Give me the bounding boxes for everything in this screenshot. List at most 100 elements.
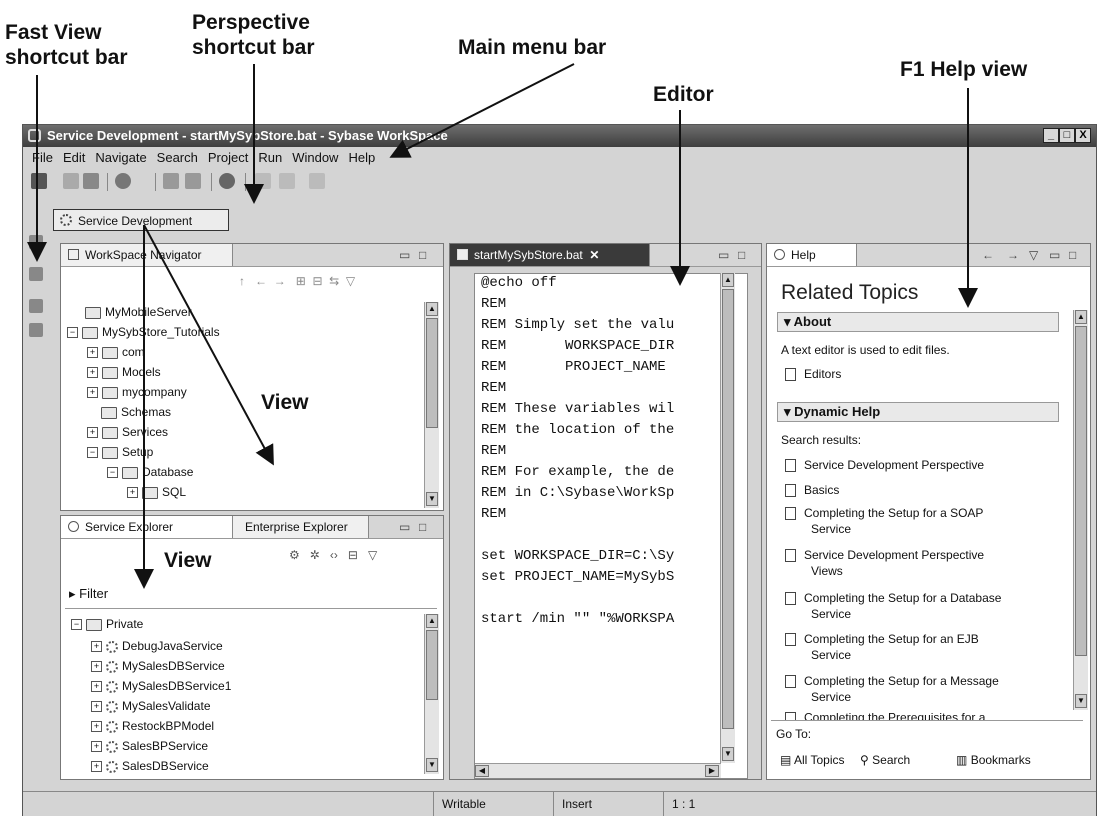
forward-icon[interactable]: → [274, 274, 286, 288]
help-result-link[interactable]: Service Development Perspective Views [785, 547, 984, 579]
tree-item[interactable]: + MySalesValidate [91, 696, 211, 716]
collapse-all-icon[interactable]: ⊟ [312, 274, 322, 288]
scroll-up-arrow[interactable]: ▲ [426, 302, 438, 316]
scroll-up-arrow[interactable]: ▲ [1075, 310, 1087, 324]
menu-edit[interactable]: Edit [63, 150, 85, 165]
help-result-link[interactable]: Completing the Setup for a Database Servi… [785, 590, 1001, 622]
explorer-scrollbar[interactable]: ▲ ▼ [424, 614, 439, 774]
code-icon[interactable]: ‹› [330, 548, 338, 562]
forward-arrow-icon[interactable] [309, 173, 325, 189]
back-history-icon[interactable] [279, 173, 295, 189]
tree-item[interactable]: + Services [87, 422, 168, 442]
close-tab-icon[interactable]: ✕ [589, 248, 599, 262]
editors-link[interactable]: Editors [785, 366, 841, 382]
about-section-header[interactable]: ▾ About [777, 312, 1059, 332]
scroll-thumb[interactable] [722, 289, 734, 729]
help-result-link[interactable]: Completing the Setup for a SOAP Service [785, 505, 983, 537]
tree-item[interactable]: MyMobileServer [85, 302, 192, 322]
help-result-link[interactable]: Completing the Prerequisites for a [785, 712, 985, 720]
scroll-right-arrow[interactable]: ▶ [705, 765, 719, 777]
tab-editor-file[interactable]: startMySybStore.bat ✕ [450, 244, 650, 266]
tree-item[interactable]: + mycompany [87, 382, 187, 402]
back-icon[interactable]: ← [255, 274, 267, 288]
help-result-link[interactable]: Basics [785, 482, 839, 498]
fast-view-icon[interactable] [29, 267, 43, 281]
scroll-down-arrow[interactable]: ▼ [426, 758, 438, 772]
help-result-link[interactable]: Completing the Setup for an EJB Service [785, 631, 979, 663]
tree-item[interactable]: + SQL [127, 482, 186, 502]
maximize-view-icon[interactable]: □ [419, 519, 426, 535]
minimize-button[interactable]: _ [1043, 128, 1059, 143]
search-icon[interactable] [115, 173, 131, 189]
filter-section[interactable]: ▸ Filter [69, 584, 108, 604]
scroll-down-arrow[interactable]: ▼ [1075, 694, 1087, 708]
new-icon[interactable] [31, 173, 47, 189]
globe-icon[interactable] [219, 173, 235, 189]
fast-view-icon[interactable] [29, 323, 43, 337]
scroll-thumb[interactable] [426, 318, 438, 428]
tree-item[interactable]: + MySalesDBService [91, 656, 225, 676]
tree-item[interactable]: − MySybStore_Tutorials [67, 322, 220, 342]
perspective-button[interactable]: Service Development [53, 209, 229, 231]
tree-item[interactable]: + DebugJavaService [91, 636, 223, 656]
scroll-down-arrow[interactable]: ▼ [426, 492, 438, 506]
tree-item[interactable]: − Setup [87, 442, 153, 462]
maximize-button[interactable]: □ [1059, 128, 1075, 143]
scroll-thumb[interactable] [426, 630, 438, 700]
up-icon[interactable]: ↑ [239, 274, 245, 288]
menu-project[interactable]: Project [208, 150, 248, 165]
link-icon[interactable]: ⇆ [329, 274, 339, 288]
help-result-link[interactable]: Service Development Perspective [785, 457, 984, 473]
forward-icon[interactable]: → [1007, 247, 1019, 263]
menu-file[interactable]: File [32, 150, 53, 165]
close-button[interactable]: X [1075, 128, 1091, 143]
menu-help[interactable]: Help [348, 150, 375, 165]
menu-navigate[interactable]: Navigate [95, 150, 146, 165]
view-menu-icon[interactable]: ▽ [1029, 247, 1038, 263]
help-result-link[interactable]: Completing the Setup for a Message Servic… [785, 673, 999, 705]
open-resource-icon[interactable] [185, 173, 201, 189]
minimize-view-icon[interactable]: ▭ [718, 247, 729, 263]
back-arrow-icon[interactable] [255, 173, 271, 189]
tab-service-explorer[interactable]: Service Explorer [61, 516, 233, 538]
view-menu-icon[interactable]: ▽ [368, 548, 377, 562]
fast-view-icon[interactable] [29, 235, 43, 249]
tree-item[interactable]: − Database [107, 462, 193, 482]
dynamic-help-header[interactable]: ▾ Dynamic Help [777, 402, 1059, 422]
tree-item[interactable]: + SalesBPService [91, 736, 208, 756]
tree-item[interactable]: + SalesDBService [91, 756, 209, 776]
maximize-view-icon[interactable]: □ [419, 247, 426, 263]
tree-item[interactable]: + Models [87, 362, 161, 382]
menu-run[interactable]: Run [258, 150, 282, 165]
bookmarks-link[interactable]: ▥ Bookmarks [956, 752, 1031, 768]
back-icon[interactable]: ← [982, 247, 994, 263]
tree-item[interactable]: + RestockBPModel [91, 716, 214, 736]
print-icon[interactable] [83, 173, 99, 189]
gear-icon[interactable]: ⚙ [289, 548, 300, 562]
help-scrollbar[interactable]: ▲ ▼ [1073, 310, 1088, 710]
menu-window[interactable]: Window [292, 150, 338, 165]
scroll-thumb[interactable] [1075, 326, 1087, 656]
collapse-icon[interactable]: ⊟ [348, 548, 358, 562]
tree-item[interactable]: Schemas [101, 402, 171, 422]
minimize-view-icon[interactable]: ▭ [399, 247, 410, 263]
menu-search[interactable]: Search [157, 150, 198, 165]
gear-filled-icon[interactable]: ✲ [310, 548, 320, 562]
scroll-left-arrow[interactable]: ◀ [475, 765, 489, 777]
tab-help[interactable]: Help [767, 244, 857, 266]
tree-item[interactable]: + com [87, 342, 145, 362]
tree-item[interactable]: + MySalesDBService1 [91, 676, 231, 696]
all-topics-link[interactable]: ▤ All Topics [780, 752, 844, 768]
editor-hscrollbar[interactable]: ◀ ▶ [475, 763, 721, 778]
expand-all-icon[interactable]: ⊞ [296, 274, 306, 288]
minimize-view-icon[interactable]: ▭ [1049, 247, 1060, 263]
scroll-up-arrow[interactable]: ▲ [722, 273, 734, 287]
fast-view-icon[interactable] [29, 299, 43, 313]
search-link[interactable]: ⚲ Search [860, 752, 910, 768]
scroll-down-arrow[interactable]: ▼ [722, 747, 734, 761]
editor-scrollbar[interactable]: ▲ ▼ [720, 273, 735, 763]
minimize-view-icon[interactable]: ▭ [399, 519, 410, 535]
maximize-view-icon[interactable]: □ [738, 247, 745, 263]
tab-enterprise-explorer[interactable]: Enterprise Explorer [233, 516, 369, 538]
navigator-scrollbar[interactable]: ▲ ▼ [424, 302, 439, 508]
